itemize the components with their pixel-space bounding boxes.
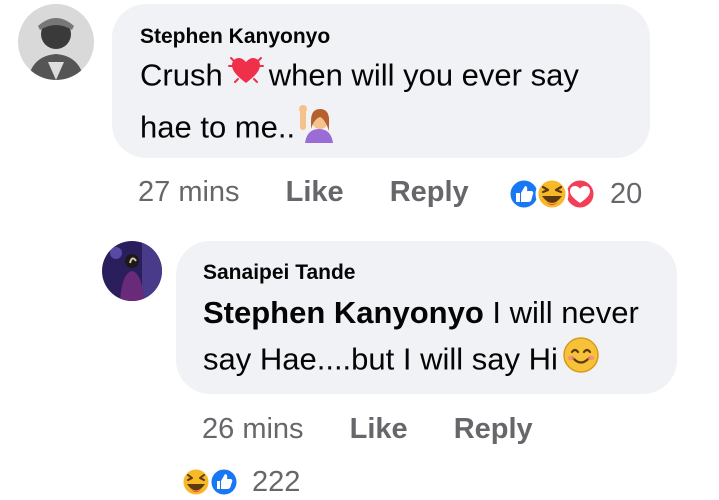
like-icon bbox=[507, 177, 541, 211]
reaction-summary[interactable]: 20 bbox=[506, 176, 642, 212]
reply-text: Stephen Kanyonyo I will never say Hae...… bbox=[203, 290, 639, 387]
comment-text-part: Crush bbox=[140, 57, 223, 93]
avatar-stephen-kanyonyo[interactable] bbox=[18, 4, 94, 80]
reply-author[interactable]: Sanaipei Tande bbox=[203, 261, 356, 285]
reaction-count: 20 bbox=[610, 177, 643, 210]
reply-button[interactable]: Reply bbox=[454, 413, 533, 445]
comment-text-part: hae to me.. bbox=[140, 109, 296, 145]
comment-text: Crush when will you ever say hae to me.. bbox=[140, 52, 579, 156]
reaction-count: 222 bbox=[252, 465, 301, 498]
reply-text-part: say Hae....but I will say Hi bbox=[203, 341, 558, 377]
reply-button[interactable]: Reply bbox=[390, 176, 469, 208]
mention-link[interactable]: Stephen Kanyonyo bbox=[203, 295, 484, 330]
comment-timestamp[interactable]: 27 mins bbox=[138, 176, 240, 208]
reply-meta: 26 mins Like Reply bbox=[202, 413, 533, 446]
haha-icon bbox=[180, 466, 212, 498]
like-button[interactable]: Like bbox=[286, 176, 344, 208]
heart-icon bbox=[227, 52, 265, 103]
smiling-face-icon bbox=[562, 336, 600, 387]
like-button[interactable]: Like bbox=[350, 413, 408, 445]
comment-author[interactable]: Stephen Kanyonyo bbox=[140, 25, 330, 49]
woman-raising-hand-icon bbox=[299, 103, 339, 156]
comment-meta: 27 mins Like Reply bbox=[138, 176, 469, 209]
haha-icon bbox=[535, 177, 569, 211]
love-icon bbox=[563, 177, 597, 211]
like-icon bbox=[208, 466, 240, 498]
reply-timestamp[interactable]: 26 mins bbox=[202, 413, 304, 445]
avatar-sanaipei-tande[interactable] bbox=[102, 241, 162, 301]
reply-reaction-summary[interactable]: 222 bbox=[178, 465, 300, 499]
reply-text-part: I will never bbox=[492, 295, 639, 330]
comment-text-part: when will you ever say bbox=[268, 57, 579, 93]
